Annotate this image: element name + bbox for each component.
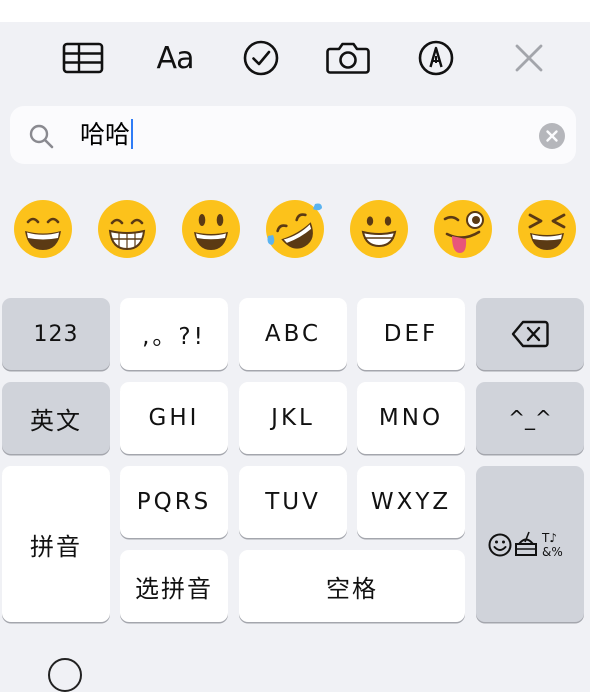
search-icon: [29, 124, 54, 149]
table-icon[interactable]: [61, 36, 105, 80]
squinting-face-emoji[interactable]: [516, 198, 578, 260]
top-strip: [0, 0, 590, 22]
checklist-icon[interactable]: [239, 36, 283, 80]
text-caret: [131, 119, 134, 149]
ghi-key[interactable]: GHI: [120, 382, 228, 454]
svg-text:T♪: T♪: [541, 531, 557, 545]
wxyz-key-label: WXYZ: [370, 489, 452, 515]
punctuation-key-label: ,。?!: [142, 324, 206, 350]
smiley-icon: [488, 533, 512, 557]
ghi-key-label: GHI: [148, 405, 200, 431]
grinning-face-emoji[interactable]: [348, 198, 410, 260]
pinyin-key-label: 拼音: [30, 532, 82, 561]
symbols-emoji-key[interactable]: T♪ &%: [476, 466, 584, 622]
symbols-icon: T♪ &%: [541, 531, 563, 559]
camera-icon[interactable]: [326, 36, 370, 80]
abc-key-label: ABC: [264, 321, 322, 347]
search-value: 哈哈: [80, 120, 131, 149]
winking-tongue-emoji[interactable]: [432, 198, 494, 260]
emoji-suggestions: [0, 198, 590, 272]
delete-key[interactable]: [476, 298, 584, 370]
english-key[interactable]: 英文: [2, 382, 110, 454]
pqrs-key[interactable]: PQRS: [120, 466, 228, 538]
grinning-smiling-eyes-emoji[interactable]: [12, 198, 74, 260]
delete-icon: [511, 320, 549, 348]
punctuation-key[interactable]: ,。?!: [120, 298, 228, 370]
emoticon-key[interactable]: ^_^: [476, 382, 584, 454]
svg-text:&%: &%: [542, 545, 563, 559]
def-key-label: DEF: [383, 321, 439, 347]
english-key-label: 英文: [30, 406, 82, 435]
numbers-key-label: 123: [33, 321, 79, 347]
text-format-icon[interactable]: Aa: [152, 36, 198, 80]
space-key[interactable]: 空格: [239, 550, 465, 622]
select-pinyin-key[interactable]: 选拼音: [120, 550, 228, 622]
mno-key-label: MNO: [378, 405, 444, 431]
mno-key[interactable]: MNO: [357, 382, 465, 454]
globe-icon[interactable]: [48, 658, 82, 692]
emoji-symbols-icon: T♪ &%: [488, 531, 563, 559]
jkl-key[interactable]: JKL: [239, 382, 347, 454]
grinning-face-big-eyes-emoji[interactable]: [180, 198, 242, 260]
select-pinyin-key-label: 选拼音: [135, 574, 213, 603]
emoticon-key-label: ^_^: [508, 406, 552, 430]
rolling-on-floor-laughing-emoji[interactable]: [264, 198, 326, 260]
pqrs-key-label: PQRS: [136, 489, 212, 515]
clear-icon[interactable]: [539, 123, 565, 149]
markup-pen-icon[interactable]: [414, 36, 458, 80]
formatting-toolbar: Aa: [0, 22, 590, 94]
tuv-key[interactable]: TUV: [239, 466, 347, 538]
jkl-key-label: JKL: [271, 405, 315, 431]
numbers-key[interactable]: 123: [2, 298, 110, 370]
tuv-key-label: TUV: [265, 489, 321, 515]
search-input[interactable]: 哈哈: [80, 118, 134, 152]
emoji-search-bar[interactable]: 哈哈: [10, 106, 576, 164]
close-icon[interactable]: [507, 36, 551, 80]
food-icon: [515, 531, 537, 556]
pinyin-key[interactable]: 拼音: [2, 466, 110, 622]
beaming-face-emoji[interactable]: [96, 198, 158, 260]
def-key[interactable]: DEF: [357, 298, 465, 370]
space-key-label: 空格: [326, 574, 378, 603]
abc-key[interactable]: ABC: [239, 298, 347, 370]
wxyz-key[interactable]: WXYZ: [357, 466, 465, 538]
format-label: Aa: [156, 40, 195, 76]
